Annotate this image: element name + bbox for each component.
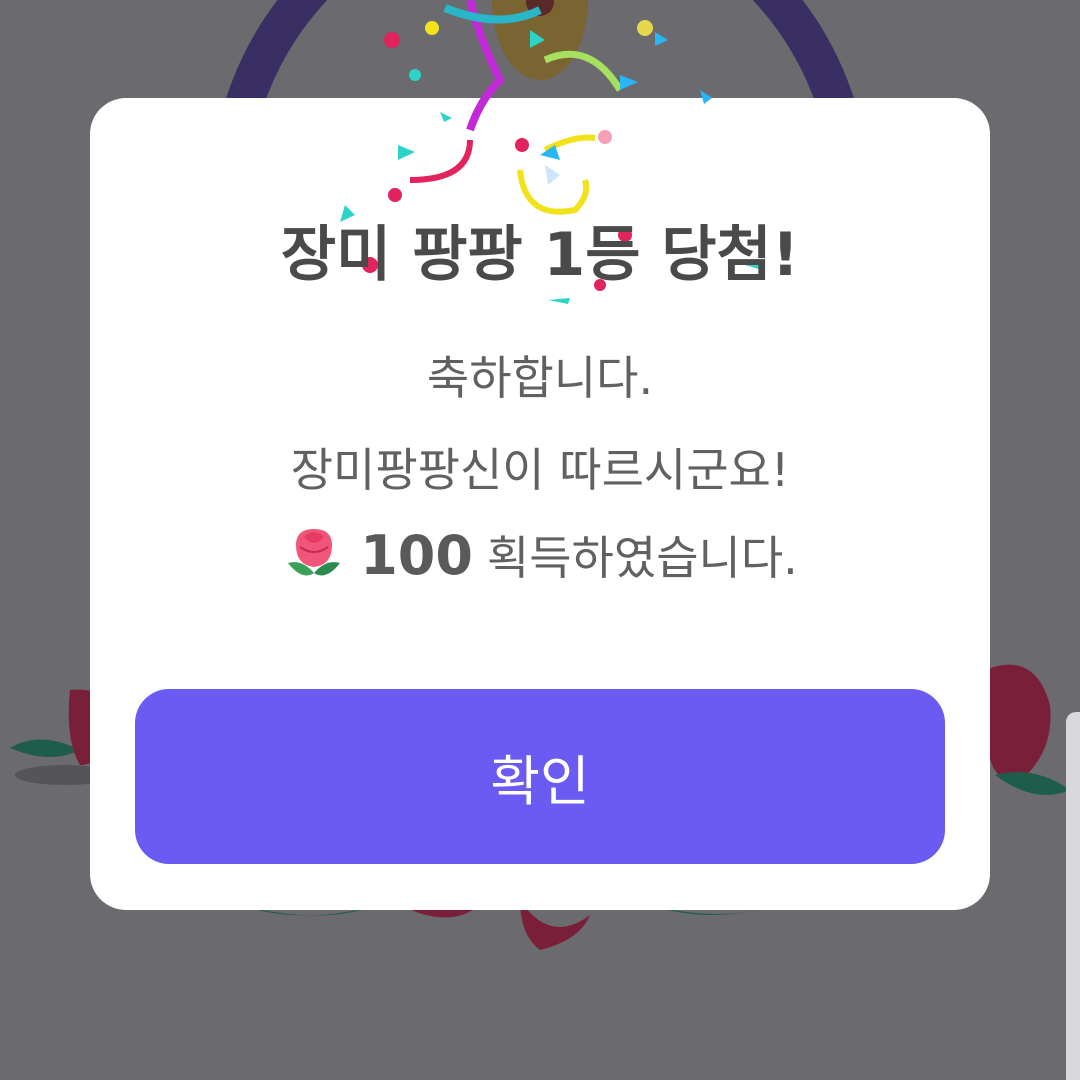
luck-message: 장미팡팡신이 따르시군요!	[290, 443, 790, 497]
dialog-title: 장미 팡팡 1등 당첨!	[280, 220, 800, 290]
reward-amount: 100	[360, 523, 473, 587]
scrollbar[interactable]	[1066, 712, 1080, 1080]
reward-message: 100 획득하였습니다.	[90, 522, 990, 598]
congrats-message: 축하합니다.	[426, 351, 654, 405]
rose-icon	[985, 664, 1070, 795]
reward-row: 100 획득하였습니다.	[282, 522, 798, 588]
reward-suffix: 획득하였습니다.	[486, 531, 798, 585]
rose-icon	[288, 529, 341, 576]
confirm-button[interactable]: 확인	[135, 689, 945, 864]
